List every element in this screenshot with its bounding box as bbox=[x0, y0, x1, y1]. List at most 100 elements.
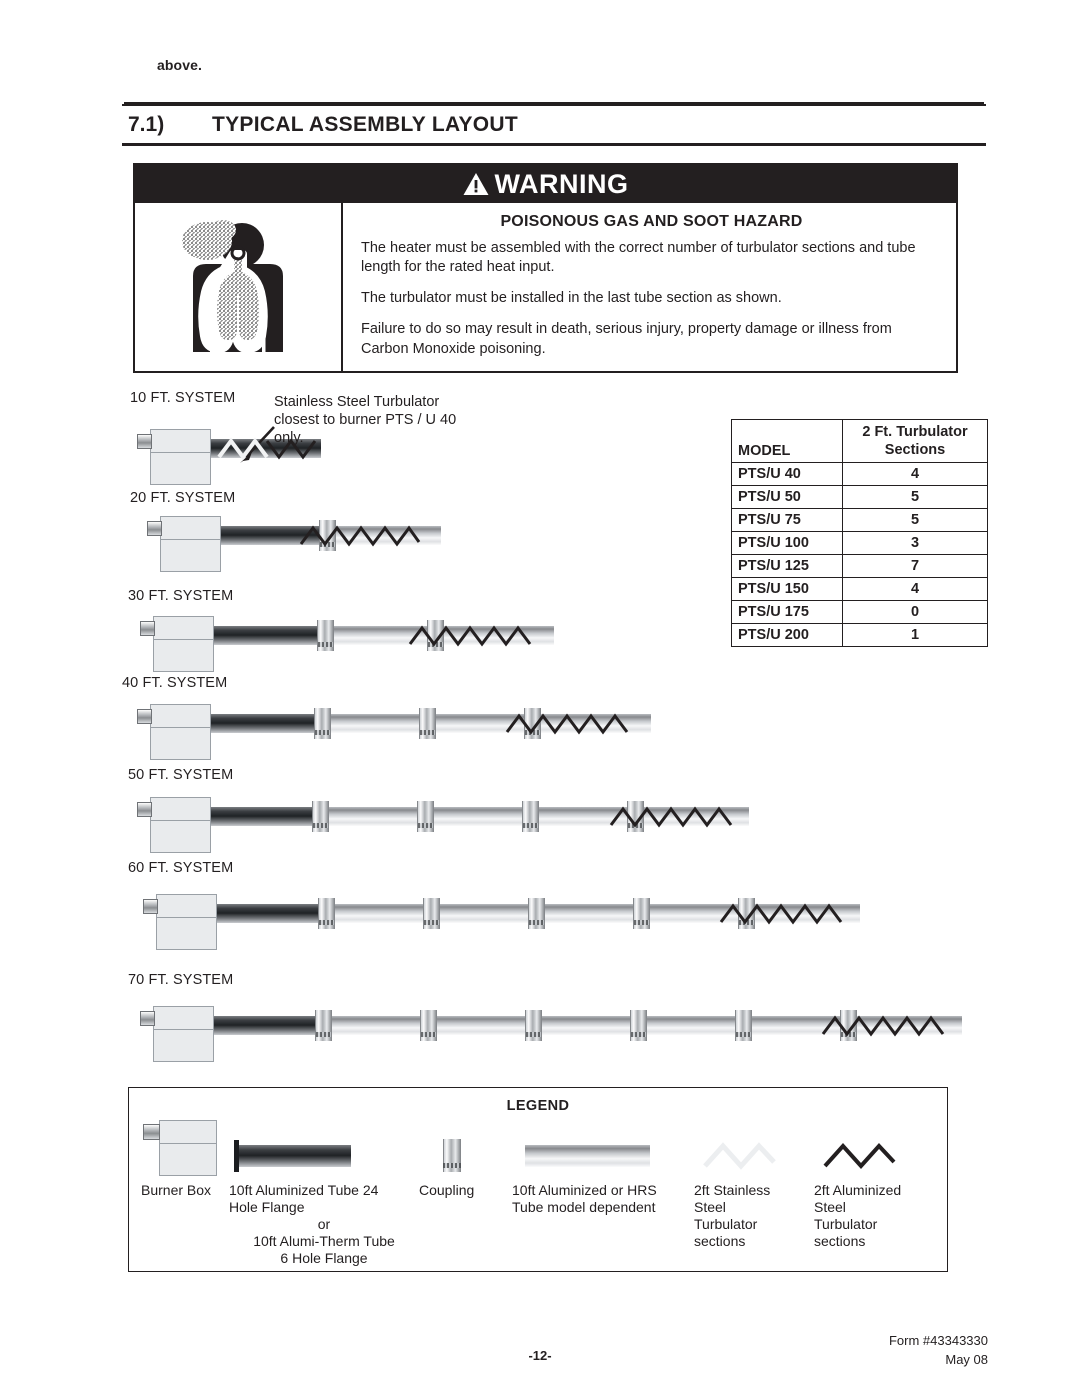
warning-banner-label: WARNING bbox=[494, 168, 629, 199]
table-cell-model: PTS/U 125 bbox=[731, 554, 843, 579]
table-cell-sections: 5 bbox=[842, 508, 988, 533]
coupling-icon bbox=[419, 708, 436, 739]
warning-triangle-icon bbox=[463, 173, 488, 195]
tube-segment bbox=[322, 1016, 427, 1035]
legend-line: 6 Hole Flange bbox=[280, 1250, 368, 1267]
legend-title: LEGEND bbox=[506, 1098, 570, 1114]
aluminized-turbulator-icon bbox=[408, 625, 532, 647]
tube-segment bbox=[214, 1016, 322, 1035]
coupling-icon bbox=[314, 708, 331, 739]
document-page: above. 7.1) TYPICAL ASSEMBLY LAYOUT WARN… bbox=[0, 0, 1080, 1397]
assembly-diagram-60ft bbox=[143, 890, 983, 950]
system-label-40ft: 40 FT. SYSTEM bbox=[122, 675, 228, 691]
burner-box-icon bbox=[140, 1006, 214, 1062]
tube-segment bbox=[319, 807, 424, 826]
legend-line: 2ft Aluminized bbox=[814, 1182, 902, 1198]
aluminized-turbulator-icon bbox=[505, 713, 629, 735]
warning-paragraph-3: Failure to do so may result in death, se… bbox=[361, 321, 892, 357]
coupling-icon bbox=[528, 898, 545, 929]
legend-item-aluminized-turbulator: 2ft Aluminized Steel Turbulator sections bbox=[814, 1118, 934, 1250]
coupling-icon bbox=[423, 898, 440, 929]
assembly-diagram-30ft bbox=[140, 612, 670, 672]
legend-item-hrs-tube: 10ft Aluminized or HRS Tube model depend… bbox=[512, 1118, 702, 1216]
burner-box-icon bbox=[137, 429, 211, 485]
aluminized-tube-flange-icon bbox=[229, 1118, 419, 1180]
table-cell-model: PTS/U 75 bbox=[731, 508, 843, 533]
poison-gas-lungs-icon bbox=[182, 220, 283, 354]
legend-caption-hrs-tube: 10ft Aluminized or HRS Tube model depend… bbox=[512, 1182, 702, 1216]
table-cell-model: PTS/U 175 bbox=[731, 600, 843, 625]
table-row: PTS/U 200 1 bbox=[731, 623, 988, 648]
aluminized-turbulator-icon bbox=[299, 525, 421, 547]
turbulator-sections-table: MODEL 2 Ft. Turbulator Sections PTS/U 40… bbox=[731, 418, 988, 648]
legend-caption-aluminized-turbulator: 2ft Aluminized Steel Turbulator sections bbox=[814, 1182, 934, 1250]
legend-line: 10ft Alumi-Therm Tube bbox=[253, 1233, 395, 1250]
legend-line: 10ft Aluminized Tube 24 bbox=[229, 1182, 379, 1198]
tube-segment bbox=[211, 807, 319, 826]
legend-line: Turbulator bbox=[694, 1216, 758, 1233]
table-cell-model: PTS/U 50 bbox=[731, 485, 843, 510]
stainless-turbulator-icon bbox=[694, 1118, 804, 1180]
section-heading: 7.1) TYPICAL ASSEMBLY LAYOUT bbox=[122, 104, 986, 146]
tube-segment bbox=[535, 904, 640, 923]
coupling-icon bbox=[630, 1010, 647, 1041]
table-cell-sections: 1 bbox=[842, 623, 988, 648]
system-label-30ft: 30 FT. SYSTEM bbox=[128, 588, 234, 604]
tube-segment bbox=[430, 904, 535, 923]
aluminized-turbulator-icon bbox=[814, 1118, 934, 1180]
aluminized-turbulator-icon bbox=[265, 438, 317, 460]
legend-line: Hole Flange bbox=[229, 1199, 305, 1216]
aluminized-turbulator-icon bbox=[821, 1015, 945, 1037]
table-header-row: MODEL 2 Ft. Turbulator Sections bbox=[731, 418, 988, 464]
table-row: PTS/U 100 3 bbox=[731, 531, 988, 556]
warning-body: POISONOUS GAS AND SOOT HAZARD The heater… bbox=[135, 203, 956, 373]
tube-segment bbox=[427, 1016, 532, 1035]
warning-paragraph-2: The turbulator must be installed in the … bbox=[361, 290, 782, 307]
table-cell-model: PTS/U 150 bbox=[731, 577, 843, 602]
legend-line: Turbulator bbox=[814, 1216, 878, 1233]
coupling-icon bbox=[525, 1010, 542, 1041]
table-cell-sections: 4 bbox=[842, 577, 988, 602]
warning-pictogram-cell bbox=[135, 203, 343, 373]
assembly-diagram-20ft bbox=[147, 512, 567, 572]
legend-line: 10ft Aluminized or HRS bbox=[512, 1182, 657, 1198]
legend-line: 2ft Stainless bbox=[694, 1182, 771, 1198]
table-header-model: MODEL bbox=[731, 418, 843, 464]
footer-date: May 08 bbox=[945, 1351, 988, 1367]
burner-box-icon bbox=[140, 616, 214, 672]
system-label-50ft: 50 FT. SYSTEM bbox=[128, 767, 234, 783]
table-row: PTS/U 75 5 bbox=[731, 508, 988, 533]
system-label-10ft: 10 FT. SYSTEM bbox=[130, 390, 236, 406]
legend-item-coupling: Coupling bbox=[419, 1118, 509, 1199]
legend-line: Coupling bbox=[419, 1182, 475, 1198]
warning-hazard-title: POISONOUS GAS AND SOOT HAZARD bbox=[500, 213, 803, 230]
system-label-20ft: 20 FT. SYSTEM bbox=[130, 490, 236, 506]
warning-text-cell: POISONOUS GAS AND SOOT HAZARD The heater… bbox=[343, 203, 956, 373]
table-cell-model: PTS/U 200 bbox=[731, 623, 843, 648]
table-cell-sections: 7 bbox=[842, 554, 988, 579]
coupling-icon bbox=[735, 1010, 752, 1041]
table-row: PTS/U 40 4 bbox=[731, 462, 988, 487]
tube-segment bbox=[217, 904, 325, 923]
section-number: 7.1) bbox=[128, 112, 165, 136]
running-text: above. bbox=[157, 57, 202, 73]
legend-line: or bbox=[317, 1216, 331, 1233]
table-cell-sections: 5 bbox=[842, 485, 988, 510]
system-label-60ft: 60 FT. SYSTEM bbox=[128, 860, 234, 876]
table-row: PTS/U 50 5 bbox=[731, 485, 988, 510]
hrs-tube-icon bbox=[512, 1118, 702, 1180]
stainless-zigzag-icon bbox=[703, 1142, 776, 1170]
legend-items: Burner Box 10ft Aluminized Tube 24 Hole … bbox=[129, 1118, 947, 1268]
warning-panel: WARNING POISONOUS GAS AND SOOT HAZARD Th… bbox=[133, 163, 958, 373]
system-label-70ft: 70 FT. SYSTEM bbox=[128, 972, 234, 988]
tube-segment bbox=[321, 714, 426, 733]
table-header-sections: 2 Ft. Turbulator Sections bbox=[842, 418, 988, 464]
burner-box-icon bbox=[143, 894, 217, 950]
legend-item-aluminized-tube: 10ft Aluminized Tube 24 Hole Flange or 1… bbox=[229, 1118, 419, 1267]
table-cell-sections: 0 bbox=[842, 600, 988, 625]
legend-line: Steel bbox=[814, 1199, 846, 1216]
legend-line: sections bbox=[694, 1233, 746, 1250]
legend-line: Steel bbox=[694, 1199, 726, 1216]
aluminized-turbulator-icon bbox=[719, 903, 843, 925]
coupling-icon bbox=[417, 801, 434, 832]
